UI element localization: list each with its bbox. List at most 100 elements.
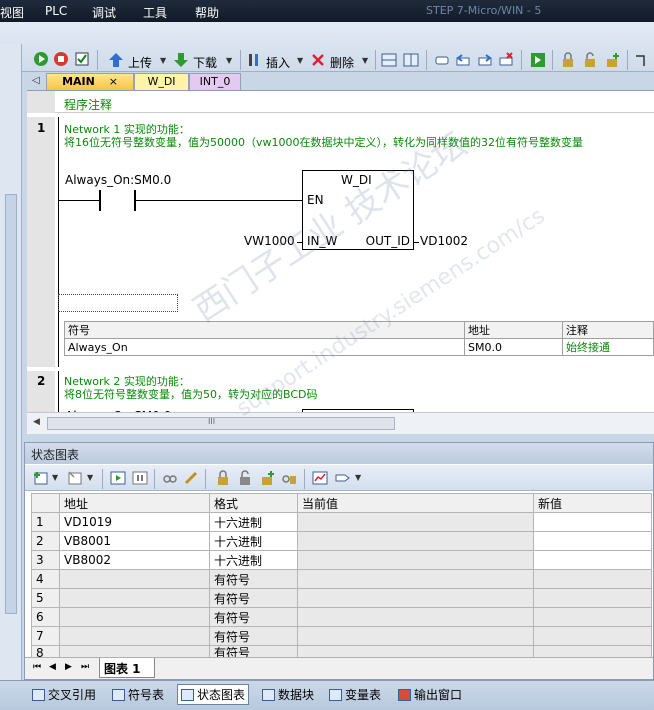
stop-icon[interactable]	[53, 51, 69, 67]
tab-cross-reference[interactable]: 交叉引用	[32, 686, 96, 703]
download-label[interactable]: 下载	[193, 54, 217, 71]
insert-dropdown-icon[interactable]: ▼	[297, 56, 303, 65]
insert-icon[interactable]	[246, 52, 262, 68]
editor-hscroll-thumb[interactable]: III	[47, 417, 395, 430]
address-cell[interactable]	[59, 607, 210, 627]
ladder-editor[interactable]: 程序注释 1 Network 1 实现的功能： 将16位无符号整数变量，值为50…	[27, 90, 654, 413]
address-cell[interactable]	[59, 588, 210, 608]
network-edit-icon[interactable]	[403, 52, 419, 68]
contact-icon[interactable]	[434, 52, 450, 68]
sheet-tab-chart1[interactable]: 图表 1	[99, 658, 155, 678]
delete-row-icon[interactable]	[67, 470, 83, 486]
upload-label[interactable]: 上传	[128, 54, 152, 71]
format-cell[interactable]: 十六进制	[209, 512, 298, 532]
format-cell[interactable]: 十六进制	[209, 531, 298, 551]
menu-plc[interactable]: PLC	[45, 4, 67, 18]
format-cell[interactable]: 有符号	[209, 569, 298, 589]
tab-output-window[interactable]: 输出窗口	[398, 686, 462, 703]
add-row-icon[interactable]	[33, 470, 49, 486]
w-di-box[interactable]: W_DI EN IN_W OUT_ID	[302, 170, 414, 250]
network2-comment[interactable]: 将8位无符号整数变量，值为50，转为对应的BCD码	[64, 386, 318, 402]
new-value-cell[interactable]	[533, 607, 652, 627]
glasses-icon[interactable]	[162, 470, 178, 486]
address-cell[interactable]: VD1019	[59, 512, 210, 532]
pencil-icon[interactable]	[183, 470, 199, 486]
scroll-left-icon[interactable]: ◀	[33, 417, 40, 427]
table-row[interactable]: 7 有符号	[31, 626, 652, 646]
tab-main-close-icon[interactable]: ×	[109, 75, 118, 88]
chart-run-icon[interactable]	[110, 470, 126, 486]
last-sheet-icon[interactable]: ⏭	[81, 662, 89, 672]
col-address[interactable]: 地址	[59, 493, 210, 513]
chart-pause-icon[interactable]	[132, 470, 148, 486]
tag-icon[interactable]	[334, 470, 350, 486]
new-value-cell[interactable]	[533, 626, 652, 646]
col-format[interactable]: 格式	[209, 493, 298, 513]
unlock-icon[interactable]	[582, 52, 598, 68]
new-value-cell[interactable]	[533, 512, 652, 532]
program-comment[interactable]: 程序注释	[64, 96, 112, 113]
lock-add-icon[interactable]	[604, 52, 620, 68]
network-icon[interactable]	[381, 52, 397, 68]
new-value-cell[interactable]	[533, 531, 652, 551]
download-icon[interactable]	[173, 52, 189, 68]
trend-chart-icon[interactable]	[312, 470, 328, 486]
format-cell[interactable]: 十六进制	[209, 550, 298, 570]
format-cell[interactable]: 有符号	[209, 607, 298, 627]
delete-dropdown-icon[interactable]: ▼	[362, 56, 368, 65]
tab-int-0[interactable]: INT_0	[189, 73, 241, 90]
wire-icon[interactable]	[634, 52, 650, 68]
col-current-value[interactable]: 当前值	[297, 493, 534, 513]
menu-tools[interactable]: 工具	[143, 4, 167, 21]
tab-variable-table[interactable]: 变量表	[329, 686, 381, 703]
selection-cursor[interactable]	[58, 294, 178, 312]
tab-data-block[interactable]: 数据块	[262, 686, 314, 703]
go-icon[interactable]	[530, 52, 546, 68]
editor-hscrollbar[interactable]: ◀ III	[27, 412, 654, 434]
tab-main[interactable]: MAIN ×	[46, 73, 134, 90]
insert-label[interactable]: 插入	[266, 54, 290, 71]
menu-debug[interactable]: 调试	[92, 4, 116, 21]
out-operand[interactable]: VD1002	[420, 234, 468, 248]
new-value-cell[interactable]	[533, 588, 652, 608]
read-all-icon[interactable]	[281, 470, 297, 486]
left-scrollbar[interactable]	[5, 194, 17, 614]
branch-left-icon[interactable]	[455, 52, 471, 68]
next-sheet-icon[interactable]: ▶	[65, 662, 72, 672]
address-cell[interactable]: VB8001	[59, 531, 210, 551]
table-row[interactable]: 4 有符号	[31, 569, 652, 589]
address-cell[interactable]	[59, 569, 210, 589]
delete-row-dropdown-icon[interactable]: ▼	[87, 473, 93, 482]
table-row[interactable]: 1 VD1019 十六进制	[31, 512, 652, 532]
table-row[interactable]: 2 VB8001 十六进制	[31, 531, 652, 551]
lock-icon[interactable]	[560, 52, 576, 68]
run-icon[interactable]	[33, 51, 49, 67]
menu-view[interactable]: 视图	[0, 4, 24, 21]
table-row[interactable]: 6 有符号	[31, 607, 652, 627]
tab-w-di[interactable]: W_DI	[134, 73, 189, 90]
new-value-cell[interactable]	[533, 569, 652, 589]
branch-right-icon[interactable]	[477, 52, 493, 68]
download-dropdown-icon[interactable]: ▼	[226, 56, 232, 65]
table-row[interactable]: 3 VB8002 十六进制	[31, 550, 652, 570]
tab-symbol-table[interactable]: 符号表	[112, 686, 164, 703]
address-cell[interactable]	[59, 626, 210, 646]
tag-dropdown-icon[interactable]: ▼	[355, 473, 361, 482]
format-cell[interactable]: 有符号	[209, 626, 298, 646]
delete-icon[interactable]	[310, 52, 326, 68]
add-row-dropdown-icon[interactable]: ▼	[52, 473, 58, 482]
upload-dropdown-icon[interactable]: ▼	[160, 56, 166, 65]
unforce-icon[interactable]	[237, 470, 253, 486]
first-sheet-icon[interactable]: ⏮	[33, 662, 41, 672]
col-new-value[interactable]: 新值	[533, 493, 652, 513]
format-cell[interactable]: 有符号	[209, 588, 298, 608]
tab-scroll-left-icon[interactable]: ◁	[32, 75, 40, 86]
network1-comment[interactable]: 将16位无符号整数变量，值为50000（vw1000在数据块中定义），转化为同样…	[64, 134, 583, 150]
compile-icon[interactable]	[74, 51, 90, 67]
new-value-cell[interactable]	[533, 550, 652, 570]
prev-sheet-icon[interactable]: ◀	[49, 662, 56, 672]
force-lock-icon[interactable]	[215, 470, 231, 486]
delete-label[interactable]: 删除	[330, 54, 354, 71]
menu-help[interactable]: 帮助	[195, 4, 219, 21]
force-add-icon[interactable]	[259, 470, 275, 486]
